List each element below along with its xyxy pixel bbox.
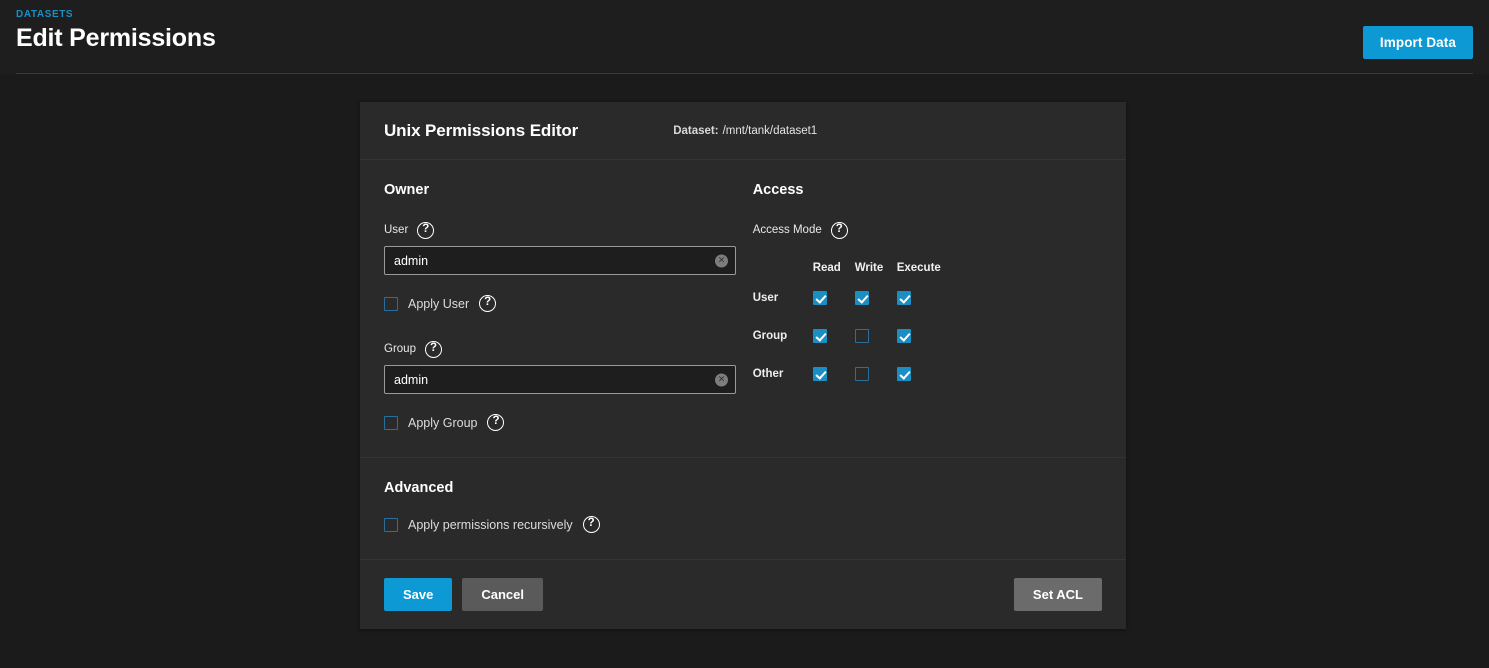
cell-other-read[interactable] [812,367,855,381]
apply-recursively-row[interactable]: Apply permissions recursively ? [384,516,1102,533]
cell-user-execute[interactable] [896,291,939,305]
dataset-info: Dataset:/mnt/tank/dataset1 [673,125,817,137]
set-acl-button[interactable]: Set ACL [1013,578,1102,611]
checkbox-user-write[interactable] [854,291,869,305]
apply-user-checkbox[interactable] [384,296,398,311]
save-button[interactable]: Save [384,578,453,611]
checkbox-other-execute[interactable] [896,367,911,381]
checkbox-group-execute[interactable] [896,329,911,343]
checkbox-user-read[interactable] [812,291,827,305]
help-circle-icon[interactable]: ? [417,221,435,239]
card-title: Unix Permissions Editor [384,120,579,140]
user-field-label-row: User ? [384,221,753,239]
cell-other-execute[interactable] [896,367,939,381]
user-input[interactable] [384,246,736,275]
help-circle-icon[interactable]: ? [582,516,600,533]
access-heading: Access [752,182,804,198]
matrix-row-other: Other [753,355,1102,393]
matrix-row-group: Group [753,317,1102,355]
group-input[interactable] [384,365,736,394]
access-mode-matrix: Read Write Execute User Group Other [753,257,1102,393]
card-header: Unix Permissions Editor Dataset:/mnt/tan… [360,102,1126,160]
owner-section: Owner User ? × Apply User ? Group ? [384,182,753,431]
help-circle-icon[interactable]: ? [487,414,505,431]
help-circle-icon[interactable]: ? [479,295,497,312]
dataset-label: Dataset: [673,124,719,137]
cell-user-write[interactable] [854,291,897,305]
clear-circle-icon[interactable]: × [715,254,728,267]
group-label: Group [384,343,416,355]
page-title: Edit Permissions [16,24,216,52]
checkbox-group-write[interactable] [854,329,869,343]
cancel-button[interactable]: Cancel [462,578,544,611]
advanced-section: Advanced Apply permissions recursively ? [360,458,1126,560]
group-field-label-row: Group ? [384,340,753,358]
apply-recursively-checkbox[interactable] [384,517,398,532]
import-data-button[interactable]: Import Data [1362,26,1473,59]
column-header-read: Read [812,262,841,274]
apply-group-checkbox[interactable] [384,415,398,430]
checkbox-group-read[interactable] [812,329,827,343]
apply-recursively-label: Apply permissions recursively [408,517,573,532]
advanced-heading: Advanced [384,480,454,496]
owner-heading: Owner [384,182,430,198]
breadcrumb[interactable]: DATASETS [16,9,1473,20]
apply-user-label: Apply User [408,296,470,311]
unix-permissions-editor-card: Unix Permissions Editor Dataset:/mnt/tan… [360,102,1126,629]
cell-group-read[interactable] [812,329,855,343]
row-label-group: Group [752,330,788,342]
user-input-wrap: × [384,246,736,275]
cell-other-write[interactable] [854,367,897,381]
checkbox-other-read[interactable] [812,367,827,381]
page-header: DATASETS Edit Permissions Import Data [0,0,1489,74]
clear-circle-icon[interactable]: × [715,373,728,386]
column-header-write: Write [854,262,884,274]
access-section: Access Access Mode ? Read Write Execute … [753,182,1102,431]
row-label-other: Other [752,368,784,380]
help-circle-icon[interactable]: ? [830,221,848,239]
apply-user-row[interactable]: Apply User ? [384,295,753,312]
checkbox-user-execute[interactable] [896,291,911,305]
apply-group-label: Apply Group [408,415,478,430]
help-circle-icon[interactable]: ? [424,340,442,358]
row-label-user: User [752,292,779,304]
dataset-path: /mnt/tank/dataset1 [722,124,818,137]
cell-group-execute[interactable] [896,329,939,343]
group-input-wrap: × [384,365,736,394]
matrix-header-row: Read Write Execute [753,257,1102,279]
page-body: Unix Permissions Editor Dataset:/mnt/tan… [0,74,1489,668]
cell-user-read[interactable] [812,291,855,305]
apply-group-row[interactable]: Apply Group ? [384,414,753,431]
card-footer: Save Cancel Set ACL [360,560,1126,629]
column-header-execute: Execute [896,262,941,274]
access-mode-label: Access Mode [752,224,822,236]
user-label: User [384,224,409,236]
matrix-row-user: User [753,279,1102,317]
card-body: Owner User ? × Apply User ? Group ? [360,160,1126,458]
checkbox-other-write[interactable] [854,367,869,381]
cell-group-write[interactable] [854,329,897,343]
access-mode-label-row: Access Mode ? [753,221,1102,239]
